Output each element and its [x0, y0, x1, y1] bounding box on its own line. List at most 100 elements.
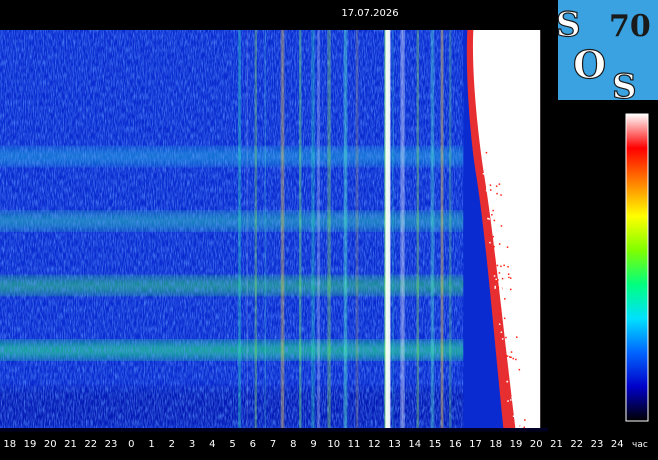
activity-streak [317, 30, 320, 428]
speckle [519, 425, 522, 427]
speckle [507, 304, 509, 306]
speckle [500, 265, 502, 268]
speckle [511, 339, 514, 341]
x-tick-label: 0 [128, 439, 134, 450]
activity-streak [238, 30, 241, 428]
speckle [485, 190, 488, 192]
speckle [503, 264, 505, 267]
speckle [495, 278, 497, 281]
speckle [499, 308, 502, 310]
speckle [490, 151, 492, 153]
speckle [500, 296, 502, 299]
speckle [493, 245, 495, 248]
sos70-logo: S O S 70 [555, 0, 658, 108]
speckle [506, 355, 509, 357]
speckle [485, 173, 487, 176]
speckle [514, 369, 517, 372]
x-tick-label: 21 [550, 439, 563, 450]
x-tick-label: 3 [189, 439, 195, 450]
speckle [500, 275, 502, 277]
speckle [500, 194, 502, 196]
speckle [514, 333, 516, 336]
x-tick-label: 7 [270, 439, 276, 450]
speckle [523, 426, 525, 429]
bright-streak [385, 30, 391, 428]
speckle [507, 273, 510, 275]
speckle [497, 279, 499, 281]
speckle [493, 226, 495, 229]
speckle [488, 234, 490, 236]
speckle [516, 336, 518, 338]
saturation-region [463, 30, 548, 429]
logo-letter-o: O [573, 42, 606, 87]
x-tick-label: 19 [510, 439, 523, 450]
x-tick-label: 21 [64, 439, 77, 450]
speckle [515, 401, 517, 404]
speckle [518, 380, 521, 383]
speckle [496, 192, 498, 195]
speckle [489, 241, 491, 244]
speckle [498, 243, 501, 245]
logo-letter-s-bottom: S [612, 67, 637, 107]
x-tick-label: 6 [250, 439, 256, 450]
speckle [487, 150, 490, 152]
speckle [512, 308, 514, 310]
x-tick-label: 19 [24, 439, 37, 450]
speckle [484, 196, 486, 198]
activity-streak [356, 30, 358, 428]
speckle [509, 356, 511, 358]
speckle [524, 419, 526, 421]
x-tick-label: 18 [3, 439, 16, 450]
speckle [513, 395, 515, 398]
speckle [497, 221, 500, 223]
no-data-region [540, 30, 548, 428]
speckle [496, 264, 499, 267]
speckle [515, 358, 517, 361]
activity-streak [449, 30, 452, 428]
speckle [490, 249, 493, 252]
speckle [509, 277, 512, 279]
speckle [508, 364, 510, 367]
speckle [494, 287, 496, 289]
speckle [505, 355, 507, 357]
chart-svg: 17.07.2026 17181920212223012345678910111… [0, 0, 658, 450]
logo-letter-s-top: S [556, 5, 581, 45]
speckle [497, 286, 500, 289]
x-tick-label: 2 [169, 439, 175, 450]
speckle [493, 275, 496, 277]
x-tick-label: 23 [591, 439, 604, 450]
speckle [488, 218, 490, 220]
speckle [498, 272, 501, 274]
plot-area [0, 30, 548, 429]
x-tick-label: 16 [449, 439, 462, 450]
speckle [498, 183, 501, 185]
activity-streak [264, 30, 266, 428]
speckle [492, 152, 495, 154]
x-tick-label: 1 [148, 439, 154, 450]
speckle [495, 185, 498, 187]
activity-streak [343, 30, 347, 428]
activity-streak [416, 30, 419, 428]
speckle [487, 217, 489, 220]
speckle [503, 317, 506, 320]
speckle [492, 235, 494, 238]
speckle [488, 174, 490, 177]
speckle [499, 236, 501, 238]
speckle [507, 400, 509, 402]
activity-streak [254, 30, 257, 428]
speckle [501, 277, 504, 280]
speckle [486, 188, 488, 190]
activity-streak [430, 30, 434, 428]
speckle [500, 225, 503, 227]
activity-streak [281, 30, 285, 428]
activity-streak [327, 30, 331, 428]
speckle [522, 396, 524, 398]
speckle [504, 298, 506, 300]
speckle [489, 158, 491, 160]
speckle [507, 333, 509, 336]
activity-streak [299, 30, 302, 428]
speckle [506, 246, 509, 248]
chart-date-title: 17.07.2026 [341, 8, 398, 19]
speckle [495, 280, 497, 282]
speckle [508, 278, 510, 280]
